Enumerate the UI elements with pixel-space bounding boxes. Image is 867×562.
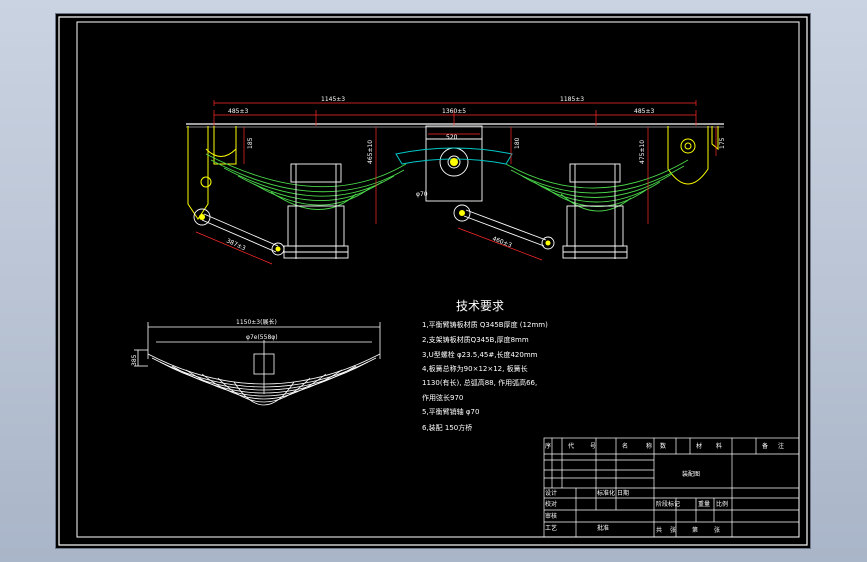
dim-d5: 485±3 (634, 108, 654, 115)
dim-d13: 387±3 (225, 237, 247, 252)
note-line: 6,装配 150方桥 (422, 423, 472, 432)
dim-d9: 180 (514, 137, 521, 149)
tb-stage: 阶段标记 (656, 500, 680, 508)
tb-r1: 设计 (545, 489, 557, 497)
note-line: 1,平衡臂铸板材质 Q345B厚度 (12mm) (422, 320, 548, 329)
tb-scale: 比例 (716, 500, 728, 508)
tb-weight: 重量 (698, 500, 710, 508)
tb-h2: 代 (568, 442, 574, 450)
tb-approve: 批准 (597, 524, 609, 532)
dim-d12: φ70 (416, 191, 428, 198)
note-line: 5,平衡臂销轴 φ70 (422, 407, 479, 416)
note-line: 4,板簧总称为90×12×12, 板簧长 (422, 364, 528, 373)
dim-d2: 1145±3 (321, 96, 345, 103)
notes-title: 技术要求 (456, 299, 504, 313)
dim-d3: 1360±5 (442, 108, 466, 115)
tb-r3: 审核 (545, 512, 557, 520)
tb-r6: 日期 (617, 489, 629, 497)
cad-viewport[interactable]: 485±3 1145±3 1360±5 1185±3 485±3 185 465… (56, 14, 810, 548)
note-line: 作用弦长970 (422, 393, 463, 402)
dim-d4: 1185±3 (560, 96, 584, 103)
tb-sheet4: 张 (714, 526, 720, 534)
technical-notes: 技术要求 1,平衡臂铸板材质 Q345B厚度 (12mm) 2,支架铸板材质Q3… (422, 299, 548, 432)
dim-d1: 485±3 (228, 108, 248, 115)
assembly-view: 485±3 1145±3 1360±5 1185±3 485±3 185 465… (186, 96, 726, 265)
note-line: 2,支架铸板材质Q345B,厚度8mm (422, 335, 529, 344)
tb-r4: 工艺 (545, 524, 557, 532)
dim-d6: 185 (247, 137, 254, 149)
tb-h5: 称 (646, 442, 652, 450)
tb-h3: 号 (590, 443, 596, 450)
tb-sheet1: 共 (656, 526, 662, 534)
tb-h1: 序 (545, 442, 551, 450)
drawing-name: 装配图 (682, 470, 700, 478)
tb-h6: 数 (660, 442, 666, 450)
tb-r5: 标准化 (597, 489, 615, 497)
outer-frame (58, 16, 808, 546)
dim-d10: 475±10 (639, 140, 646, 164)
spring-view: 1150±3(展长) φ7e(558φ) 385 (131, 318, 381, 406)
dim-d11: 175 (719, 137, 726, 149)
tb-h9: 备 (762, 442, 768, 450)
tb-h7: 材 (696, 442, 702, 450)
tb-sheet2: 张 (670, 526, 676, 534)
inner-frame (76, 21, 800, 538)
spring-height: 385 (131, 354, 138, 366)
cad-drawing: 485±3 1145±3 1360±5 1185±3 485±3 185 465… (58, 16, 808, 546)
dim-d14: 460±3 (491, 235, 513, 249)
note-line: 3,U型螺栓 φ23.5,45#,长度420mm (422, 350, 538, 359)
dim-d8: 520 (446, 134, 458, 141)
spring-chord: φ7e(558φ) (246, 334, 278, 341)
tb-h8: 料 (716, 442, 722, 450)
dim-d7: 465±10 (367, 140, 374, 164)
title-block (543, 437, 800, 538)
tb-h10: 注 (778, 442, 784, 450)
tb-h4: 名 (622, 442, 628, 450)
tb-sheet3: 第 (692, 526, 698, 534)
spring-length: 1150±3(展长) (236, 318, 277, 326)
note-line: 1130(有长), 总弧高88, 作用弧高66, (422, 378, 537, 387)
tb-r2: 校对 (545, 500, 557, 508)
